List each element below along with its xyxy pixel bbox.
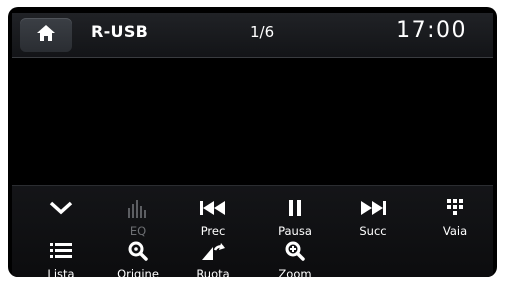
track-position: 1/6 <box>250 23 275 41</box>
previous-track-icon <box>199 200 227 220</box>
eq-button[interactable]: EQ <box>103 198 173 242</box>
rotate-button[interactable]: Ruota <box>178 241 248 277</box>
eq-label: EQ <box>129 224 147 238</box>
keypad-icon <box>446 198 464 222</box>
zoom-label: Zoom <box>278 267 312 277</box>
next-track-button[interactable]: Succ <box>338 198 408 242</box>
clock: 17:00 <box>396 18 467 43</box>
chevron-down-icon <box>48 200 74 220</box>
next-track-icon <box>359 200 387 220</box>
zoom-in-icon <box>285 241 305 265</box>
goto-button[interactable]: Vaia <box>420 198 490 242</box>
rotate-label: Ruota <box>196 267 230 277</box>
equalizer-icon <box>127 198 149 222</box>
media-content-area <box>12 58 493 184</box>
list-icon <box>50 243 72 263</box>
header-bar: R-USB 1/6 17:00 <box>12 13 493 58</box>
source-label: R-USB <box>91 22 149 41</box>
pause-label: Pausa <box>278 224 312 238</box>
list-label: Lista <box>47 267 75 277</box>
list-button[interactable]: Lista <box>26 241 96 277</box>
original-size-button[interactable]: Origine <box>103 241 173 277</box>
home-icon <box>36 24 56 46</box>
previous-track-label: Prec <box>200 224 226 238</box>
control-panel: EQ Prec Pausa Succ Vaia Lista Origine Ru… <box>12 185 493 277</box>
goto-label: Vaia <box>442 224 468 238</box>
pause-icon <box>287 199 303 221</box>
head-unit-screen: R-USB 1/6 17:00 EQ Prec Pausa Succ Vaia … <box>8 7 497 277</box>
rotate-icon <box>201 241 225 265</box>
magnifier-icon <box>128 241 148 265</box>
original-size-label: Origine <box>117 267 159 277</box>
pause-button[interactable]: Pausa <box>260 198 330 242</box>
previous-track-button[interactable]: Prec <box>178 198 248 242</box>
zoom-button[interactable]: Zoom <box>260 241 330 277</box>
home-button[interactable] <box>20 18 72 52</box>
next-track-label: Succ <box>359 224 387 238</box>
collapse-button[interactable] <box>26 198 96 242</box>
